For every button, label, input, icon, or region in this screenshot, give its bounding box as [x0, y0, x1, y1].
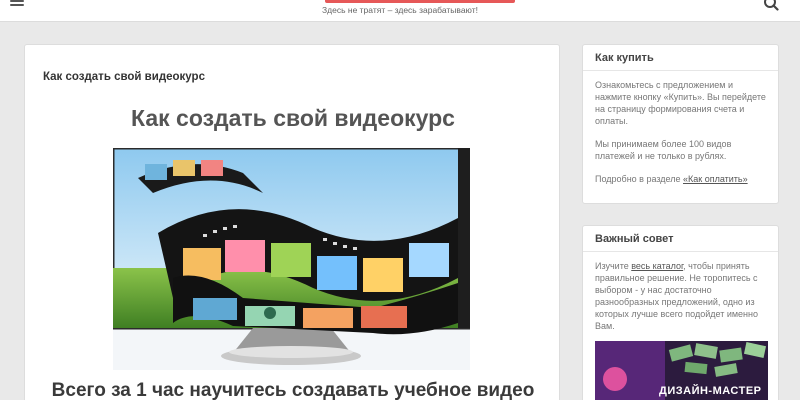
catalog-link[interactable]: весь каталог [631, 261, 683, 271]
payment-details-line: Подробно в разделе «Как оплатить» [595, 173, 766, 185]
article-subtitle: Всего за 1 час научитесь создавать учебн… [51, 380, 535, 400]
promo-title: ДИЗАЙН-МАСТЕР [659, 385, 762, 397]
how-to-buy-text: Ознакомьтесь с предложением и нажмите кн… [595, 80, 766, 126]
payment-methods-text: Мы принимаем более 100 видов платежей и … [595, 139, 732, 161]
advice-title: Важный совет [583, 226, 778, 252]
site-tagline: Здесь не тратят – здесь зарабатывают! [322, 5, 478, 15]
how-to-pay-link[interactable]: «Как оплатить» [683, 174, 748, 184]
how-to-buy-title: Как купить [583, 45, 778, 71]
article-card: Как создать свой видеокурс Как создать с… [24, 44, 560, 400]
advice-card: Важный совет Изучите весь каталог, чтобы… [582, 225, 779, 400]
top-bar: Здесь не тратят – здесь зарабатывают! [0, 0, 800, 22]
advice-text-prefix: Изучите [595, 261, 632, 271]
advice-text: Изучите весь каталог, чтобы принять прав… [595, 260, 766, 332]
article-title: Как создать свой видеокурс [131, 105, 455, 131]
payment-details-prefix: Подробно в разделе [595, 174, 684, 184]
promo-banner[interactable]: ДИЗАЙН-МАСТЕР [595, 341, 768, 400]
advice-text-suffix: , чтобы принять правильное решение. Не т… [595, 261, 759, 331]
site-logo[interactable] [325, 0, 515, 3]
hero-image [113, 148, 470, 370]
how-to-buy-card: Как купить Ознакомьтесь с предложением и… [582, 44, 779, 204]
breadcrumb[interactable]: Как создать свой видеокурс [43, 71, 205, 83]
search-icon[interactable] [762, 0, 780, 11]
